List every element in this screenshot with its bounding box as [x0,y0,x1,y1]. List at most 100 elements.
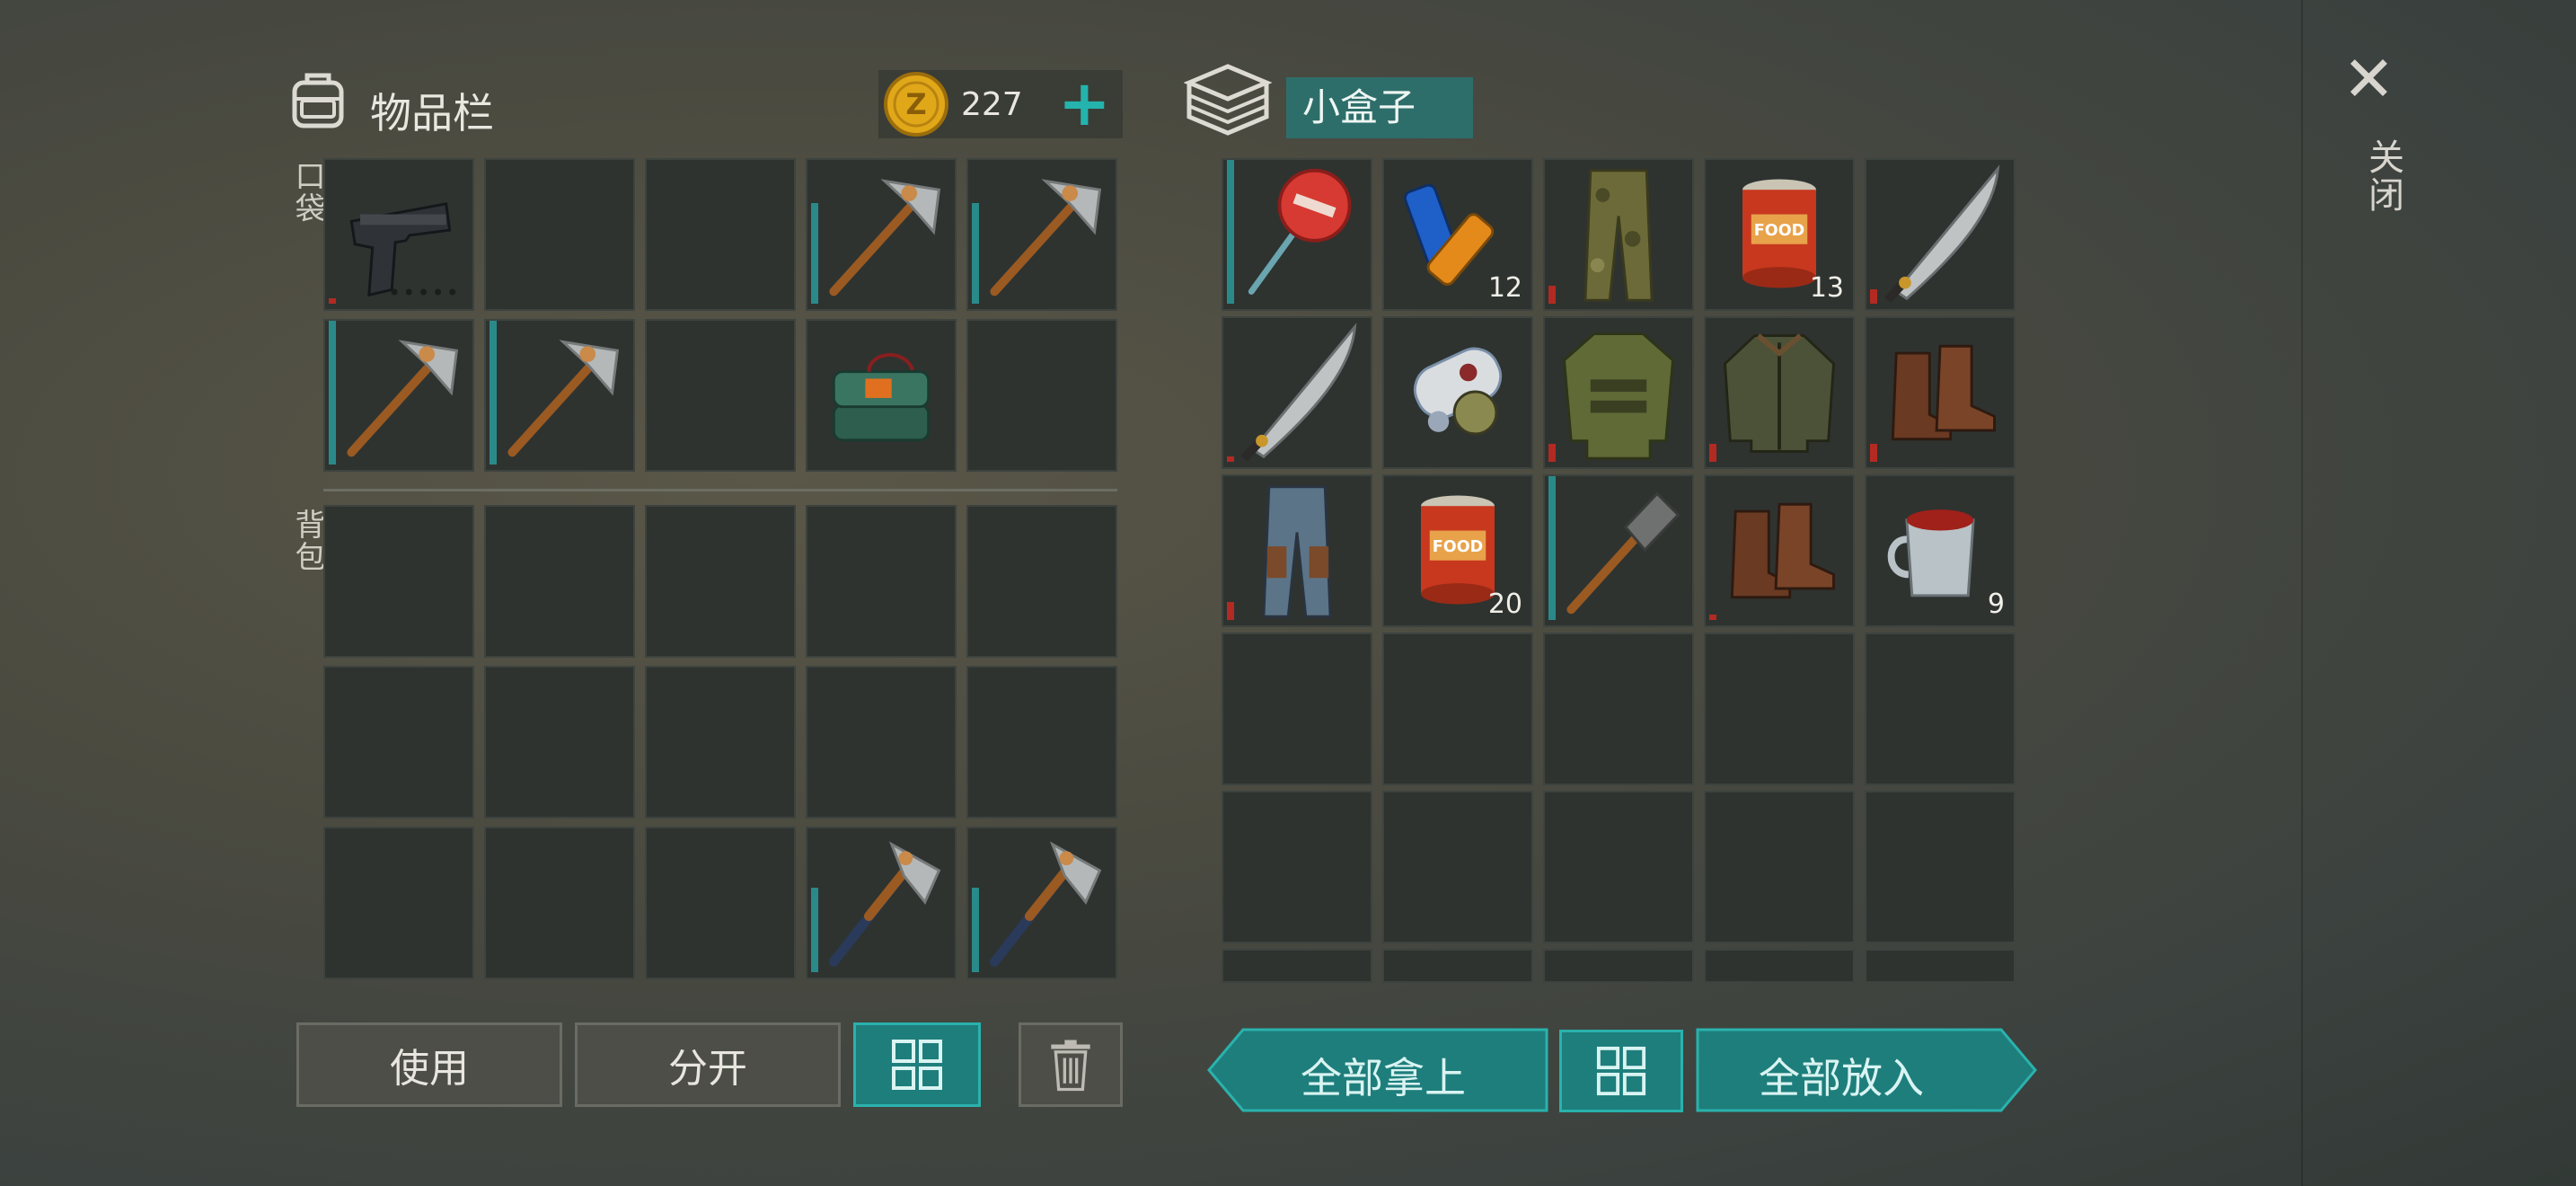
explosive-icon [832,353,931,442]
container-slot-jacket[interactable] [1704,316,1855,469]
container-slot-canned-food[interactable]: FOOD 13 [1704,158,1855,311]
shovel-icon [1566,491,1681,615]
coin-icon: Z [882,70,950,138]
trash-icon [1051,1040,1090,1092]
hatchet-icon [989,841,1102,967]
pickaxe-icon [347,340,459,457]
item-count: 20 [1487,589,1522,620]
ammo-dots: ••••• [388,280,461,305]
pocket-slot-pickaxe[interactable] [323,319,474,472]
container-slot-canned-food[interactable]: FOOD 20 [1382,474,1533,627]
boots-icon [1730,502,1835,599]
backpack-slot-empty[interactable] [484,505,635,658]
svg-text:FOOD: FOOD [1754,222,1804,240]
coin-amount: 227 [961,86,1023,123]
side-panel-divider [2301,0,2303,1186]
pocket-slot-pickaxe[interactable] [806,158,957,311]
pickaxe-icon [507,340,620,457]
backpack-slot-empty[interactable] [966,505,1117,658]
inventory-title: 物品栏 [370,89,494,137]
tactical-jacket-icon [1562,332,1675,460]
hatchet-icon [828,841,941,967]
container-slot-empty[interactable] [1222,949,1372,983]
item-count: 13 [1809,272,1844,304]
split-button[interactable]: 分开 [575,1022,841,1107]
backpack-slot-hatchet[interactable] [966,827,1117,979]
backpack-slot-empty[interactable] [966,666,1117,819]
pocket-slot-empty[interactable] [645,319,796,472]
pocket-slot-c4-explosive[interactable] [806,319,957,472]
container-slot-batteries[interactable]: 12 [1382,158,1533,311]
close-label: 关闭 [2362,138,2404,214]
svg-text:FOOD: FOOD [1433,538,1483,556]
container-slot-stop-sign[interactable] [1222,158,1372,311]
take-all-button[interactable]: 全部拿上 [1207,1028,1548,1112]
grid-sort-icon [892,1040,942,1090]
katana-icon [1883,164,2000,304]
add-coins-button[interactable]: + [1058,66,1111,140]
put-all-label: 全部放入 [1759,1054,1924,1102]
pocket-slot-pickaxe[interactable] [966,158,1117,311]
container-slot-katana[interactable] [1222,316,1372,469]
put-all-button[interactable]: 全部放入 [1696,1028,2037,1112]
pocket-slot-empty[interactable] [966,319,1117,472]
container-slot-boots[interactable] [1865,316,2016,469]
backpack-slot-empty[interactable] [645,827,796,979]
backpack-slot-empty[interactable] [806,505,957,658]
trash-button[interactable] [1019,1022,1123,1107]
container-slot-empty[interactable] [1704,791,1855,943]
container-slot-empty[interactable] [1222,633,1372,785]
jacket-icon [1723,333,1836,453]
close-button[interactable]: ✕ 关闭 [2341,45,2413,243]
boots-icon [1891,344,1996,441]
close-icon: ✕ [2342,42,2395,116]
container-slot-empty[interactable] [1543,633,1694,785]
container-slot-empty[interactable] [1865,791,2016,943]
container-slot-jeans[interactable] [1222,474,1372,627]
pocket-slot-pickaxe[interactable] [484,319,635,472]
container-slot-empty[interactable] [1865,633,2016,785]
backpack-slot-empty[interactable] [645,505,796,658]
svg-text:Z: Z [905,87,926,121]
use-button[interactable]: 使用 [296,1022,562,1107]
container-slot-empty[interactable] [1543,791,1694,943]
container-slot-empty[interactable] [1543,949,1694,983]
container-slot-empty[interactable] [1704,949,1855,983]
backpack-slot-empty[interactable] [323,827,474,979]
box-icon [1183,61,1273,140]
backpack-slot-empty[interactable] [323,505,474,658]
backpack-slot-empty[interactable] [806,666,957,819]
container-slot-camo-pants[interactable] [1543,158,1694,311]
container-slot-empty[interactable] [1382,791,1533,943]
backpack-icon [286,66,350,131]
katana-icon [1240,323,1357,462]
container-slot-empty[interactable] [1222,791,1372,943]
stop-sign-icon [1248,168,1352,295]
sort-inventory-button[interactable] [853,1022,981,1107]
backpack-slot-empty[interactable] [484,666,635,819]
pocket-slot-empty[interactable] [484,158,635,311]
container-slot-empty[interactable] [1704,633,1855,785]
pocket-slot-pistol[interactable]: ••••• [323,158,474,311]
container-slot-katana[interactable] [1865,158,2016,311]
container-slot-empty[interactable] [1382,633,1533,785]
container-slot-map-scroll[interactable] [1382,316,1533,469]
jeans-icon [1262,485,1332,618]
backpack-slot-empty[interactable] [645,666,796,819]
backpack-slot-empty[interactable] [323,666,474,819]
camo-pants-icon [1584,169,1654,302]
container-slot-empty[interactable] [1382,949,1533,983]
backpack-slot-empty[interactable] [484,827,635,979]
sort-container-button[interactable] [1559,1030,1683,1112]
section-divider [323,489,1117,491]
container-slot-shovel[interactable] [1543,474,1694,627]
container-slot-empty[interactable] [1865,949,2016,983]
coin-counter: Z 227 + [878,66,1123,140]
container-slot-boots[interactable] [1704,474,1855,627]
container-slot-tactical-vest[interactable] [1543,316,1694,469]
pickaxe-icon [990,179,1102,296]
pocket-slot-empty[interactable] [645,158,796,311]
take-all-label: 全部拿上 [1301,1054,1466,1102]
backpack-slot-hatchet[interactable] [806,827,957,979]
container-slot-mug[interactable]: 9 [1865,474,2016,627]
